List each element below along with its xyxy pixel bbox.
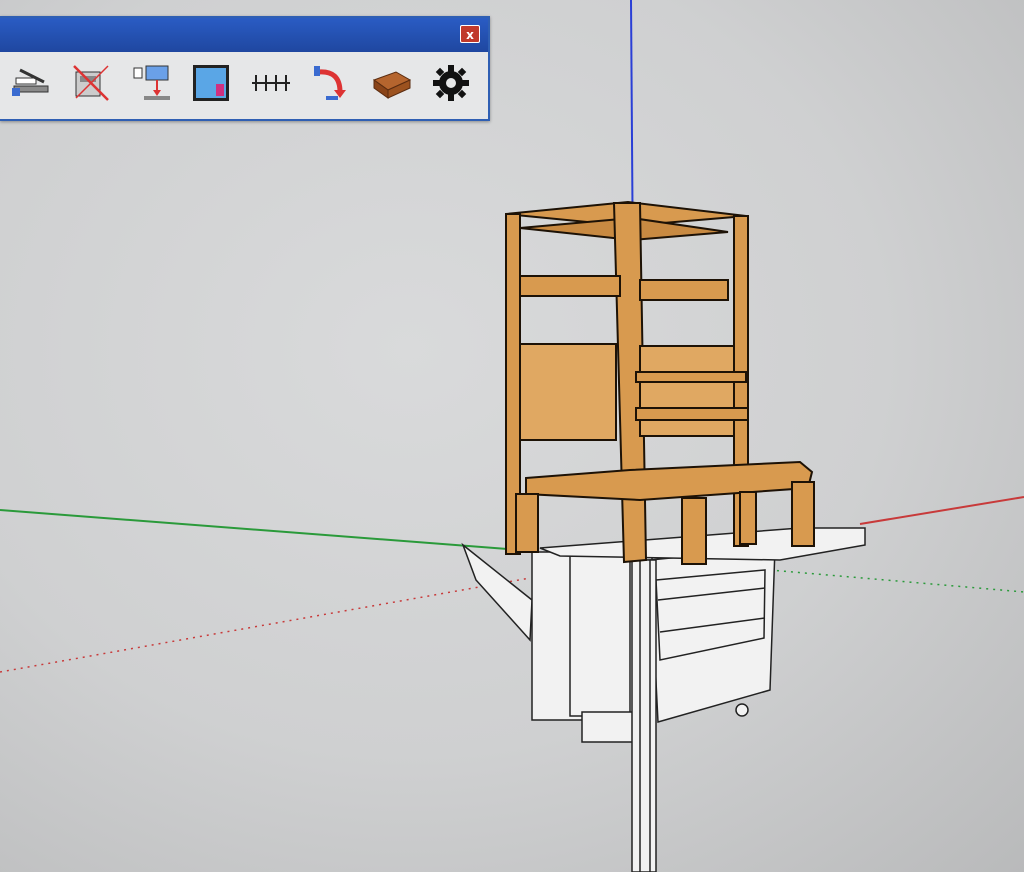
- cabinet-model: [461, 527, 866, 872]
- red-axis: [859, 496, 1024, 525]
- 3d-model-viewport[interactable]: [0, 0, 1024, 872]
- dimension-ruler-icon[interactable]: [248, 60, 294, 106]
- panel-material-icon[interactable]: [188, 60, 234, 106]
- settings-gear-icon[interactable]: [428, 60, 474, 106]
- delete-stack-icon[interactable]: [68, 60, 114, 106]
- wooden-tower-model: [505, 200, 815, 565]
- extension-toolbar[interactable]: x: [0, 16, 490, 121]
- insert-component-icon[interactable]: [128, 60, 174, 106]
- brick-material-icon[interactable]: [368, 60, 414, 106]
- close-button[interactable]: x: [460, 25, 480, 43]
- green-axis: [0, 509, 521, 551]
- tool-row: [8, 60, 474, 106]
- green-axis-dotted: [769, 569, 1024, 593]
- toolbar-titlebar[interactable]: x: [0, 18, 488, 52]
- red-axis-dotted: [0, 577, 531, 673]
- rotate-arrow-icon[interactable]: [308, 60, 354, 106]
- layout-stack-icon[interactable]: [8, 60, 54, 106]
